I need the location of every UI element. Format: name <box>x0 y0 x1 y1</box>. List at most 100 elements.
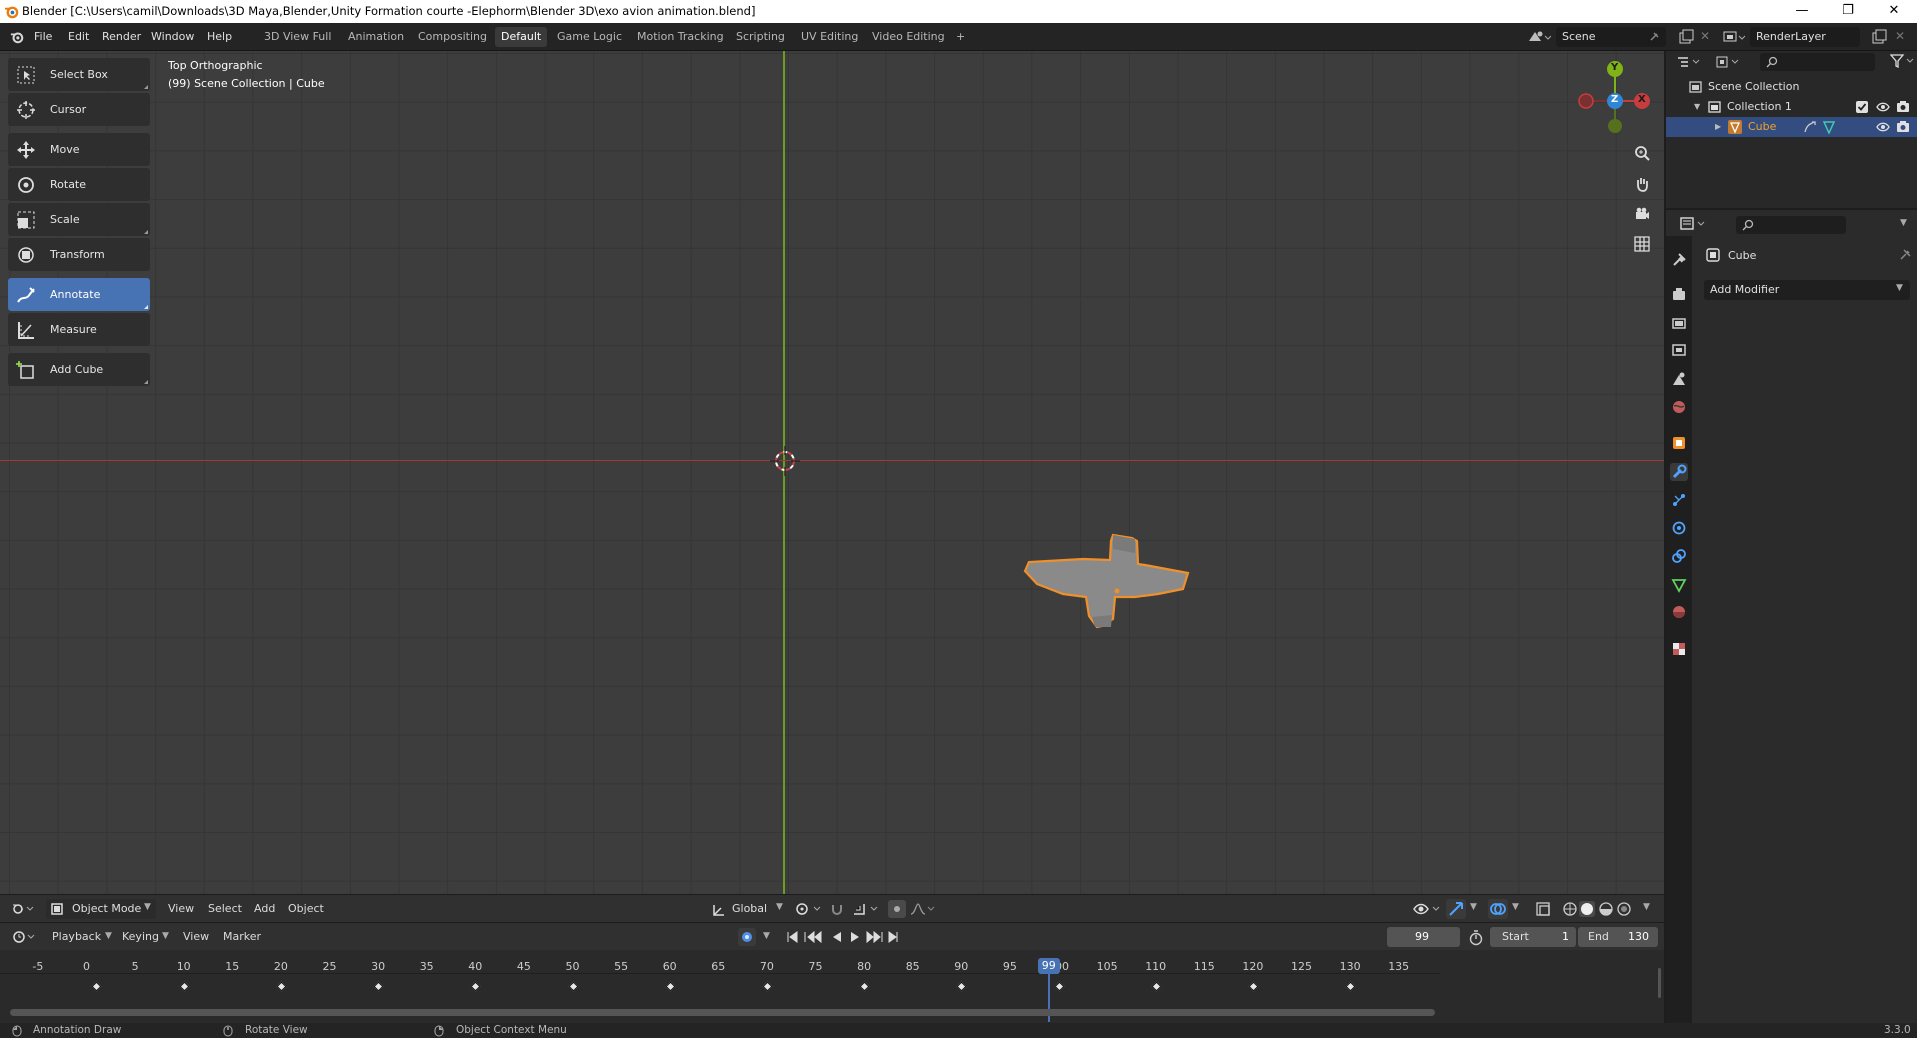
eye-icon[interactable] <box>1876 101 1890 113</box>
playback-controls[interactable] <box>786 930 898 944</box>
menu-marker[interactable]: Marker <box>223 930 261 943</box>
tool-transform[interactable]: Transform <box>8 238 150 271</box>
tab-compositing[interactable]: Compositing <box>412 27 493 47</box>
tool-scale[interactable]: Scale <box>8 203 150 236</box>
tool-add-cube[interactable]: Add Cube <box>8 353 150 386</box>
blender-menu-icon[interactable] <box>9 30 25 44</box>
new-scene-icon[interactable] <box>1678 29 1694 45</box>
pin-icon[interactable] <box>1898 248 1912 262</box>
tab-animation[interactable]: Animation <box>342 27 410 47</box>
menu-help[interactable]: Help <box>207 30 232 43</box>
shading-mode-icons[interactable] <box>1562 901 1640 917</box>
menu-add[interactable]: Add <box>254 902 275 915</box>
tab-scripting[interactable]: Scripting <box>730 27 791 47</box>
menu-render[interactable]: Render <box>102 30 141 43</box>
visibility-dropdown-icon[interactable] <box>1413 901 1443 917</box>
particles-tab-icon[interactable] <box>1670 491 1688 509</box>
timeline-area[interactable]: -5 0 5 10 15 20 25 30 35 40 45 50 55 60 65 70 75 80 85 90 95… <box>0 950 1664 1023</box>
tool-tab-icon[interactable] <box>1670 251 1688 269</box>
overlays-toggle-button[interactable] <box>1488 899 1508 919</box>
menu-keying[interactable]: Keying <box>122 930 159 943</box>
menu-view[interactable]: View <box>183 930 209 943</box>
perspective-toggle-button[interactable] <box>1629 231 1655 257</box>
add-workspace-button[interactable]: + <box>950 27 971 47</box>
keyframe-diamond[interactable] <box>276 981 287 992</box>
keyframe-diamond[interactable] <box>1248 981 1259 992</box>
world-tab-icon[interactable] <box>1670 398 1688 416</box>
outliner-row-scene-collection[interactable]: Scene Collection <box>1666 77 1917 97</box>
zoom-view-button[interactable] <box>1629 140 1655 166</box>
scene-icon[interactable] <box>1527 29 1551 45</box>
tool-cursor[interactable]: Cursor <box>8 93 150 126</box>
menu-select[interactable]: Select <box>208 902 242 915</box>
tool-select-box[interactable]: Select Box <box>8 58 150 91</box>
view-layer-field[interactable]: RenderLayer <box>1750 27 1860 47</box>
view-layer-icon[interactable] <box>1722 29 1746 45</box>
tool-move[interactable]: Move <box>8 133 150 166</box>
transform-orientation-dropdown[interactable]: Global ▼ <box>710 899 786 919</box>
pivot-point-icon[interactable] <box>795 902 825 916</box>
output-tab-icon[interactable] <box>1670 314 1688 332</box>
display-mode-icon[interactable] <box>1716 55 1742 69</box>
menu-object[interactable]: Object <box>288 902 324 915</box>
keyframe-diamond[interactable] <box>1054 981 1064 992</box>
camera-render-icon[interactable] <box>1896 100 1910 113</box>
auto-keying-button[interactable] <box>738 928 756 946</box>
mode-dropdown[interactable]: Object Mode ▼ <box>46 899 156 919</box>
tab-uv-editing[interactable]: UV Editing <box>795 27 864 47</box>
delete-scene-icon[interactable]: ✕ <box>1700 29 1710 43</box>
proportional-edit-button[interactable] <box>888 900 906 918</box>
scene-field[interactable]: Scene <box>1556 27 1666 47</box>
snap-icon[interactable] <box>830 902 844 916</box>
maximize-button[interactable]: ❐ <box>1825 0 1871 23</box>
add-modifier-dropdown[interactable]: Add Modifier ▼ <box>1704 280 1910 300</box>
airplane-object[interactable] <box>1015 491 1220 631</box>
delete-view-layer-icon[interactable]: ✕ <box>1895 29 1905 43</box>
modifier-tab-icon[interactable] <box>1670 463 1688 481</box>
pan-view-button[interactable] <box>1629 171 1655 197</box>
chevron-right-icon[interactable]: ▶ <box>1715 117 1721 137</box>
keyframe-diamond[interactable] <box>1151 981 1162 992</box>
minimize-button[interactable]: — <box>1779 0 1825 23</box>
tab-video-editing[interactable]: Video Editing <box>866 27 951 47</box>
keyframe-diamond[interactable] <box>762 981 773 992</box>
chevron-down-icon[interactable]: ▼ <box>1694 97 1700 117</box>
menu-playback[interactable]: Playback <box>52 930 101 943</box>
navigation-gizmo[interactable]: Y Z X <box>1570 53 1660 143</box>
tool-rotate[interactable]: Rotate <box>8 168 150 201</box>
scene-tab-icon[interactable] <box>1670 370 1688 388</box>
outliner-editor-icon[interactable] <box>1676 55 1702 69</box>
xray-icon[interactable] <box>1536 902 1550 916</box>
camera-view-button[interactable] <box>1629 201 1655 227</box>
outliner-search-field[interactable] <box>1760 53 1875 71</box>
menu-window[interactable]: Window <box>151 30 194 43</box>
chevron-down-icon[interactable]: ▼ <box>1470 902 1477 912</box>
timeline-editor-icon[interactable] <box>12 930 36 944</box>
stopwatch-icon[interactable] <box>1468 930 1484 946</box>
chevron-down-icon[interactable]: ▼ <box>1512 902 1519 912</box>
chevron-down-icon[interactable]: ▼ <box>1900 218 1907 228</box>
tab-motion-tracking[interactable]: Motion Tracking <box>631 27 730 47</box>
material-tab-icon[interactable] <box>1670 603 1688 621</box>
keyframe-diamond[interactable] <box>373 981 384 992</box>
properties-search-field[interactable] <box>1736 216 1846 234</box>
snap-target-icon[interactable] <box>852 902 882 916</box>
checkbox-icon[interactable] <box>1856 101 1868 113</box>
keyframe-diamond[interactable] <box>470 981 481 992</box>
tab-default[interactable]: Default <box>495 27 548 47</box>
chevron-down-icon[interactable]: ▼ <box>1643 902 1650 912</box>
tool-measure[interactable]: Measure <box>8 313 150 346</box>
keyframe-diamond[interactable] <box>1345 981 1356 992</box>
keyframe-diamond[interactable] <box>956 981 967 992</box>
properties-editor-icon[interactable] <box>1680 216 1708 232</box>
object-tab-icon[interactable] <box>1670 434 1688 452</box>
close-button[interactable]: ✕ <box>1871 0 1917 23</box>
editor-type-icon[interactable] <box>12 902 34 916</box>
physics-tab-icon[interactable] <box>1670 519 1688 537</box>
tool-annotate[interactable]: Annotate <box>8 278 150 311</box>
chevron-down-icon[interactable]: ▼ <box>763 931 770 941</box>
keyframe-diamond[interactable] <box>568 981 578 992</box>
menu-view[interactable]: View <box>168 902 194 915</box>
render-tab-icon[interactable] <box>1670 285 1688 303</box>
view-layer-tab-icon[interactable] <box>1670 341 1688 359</box>
